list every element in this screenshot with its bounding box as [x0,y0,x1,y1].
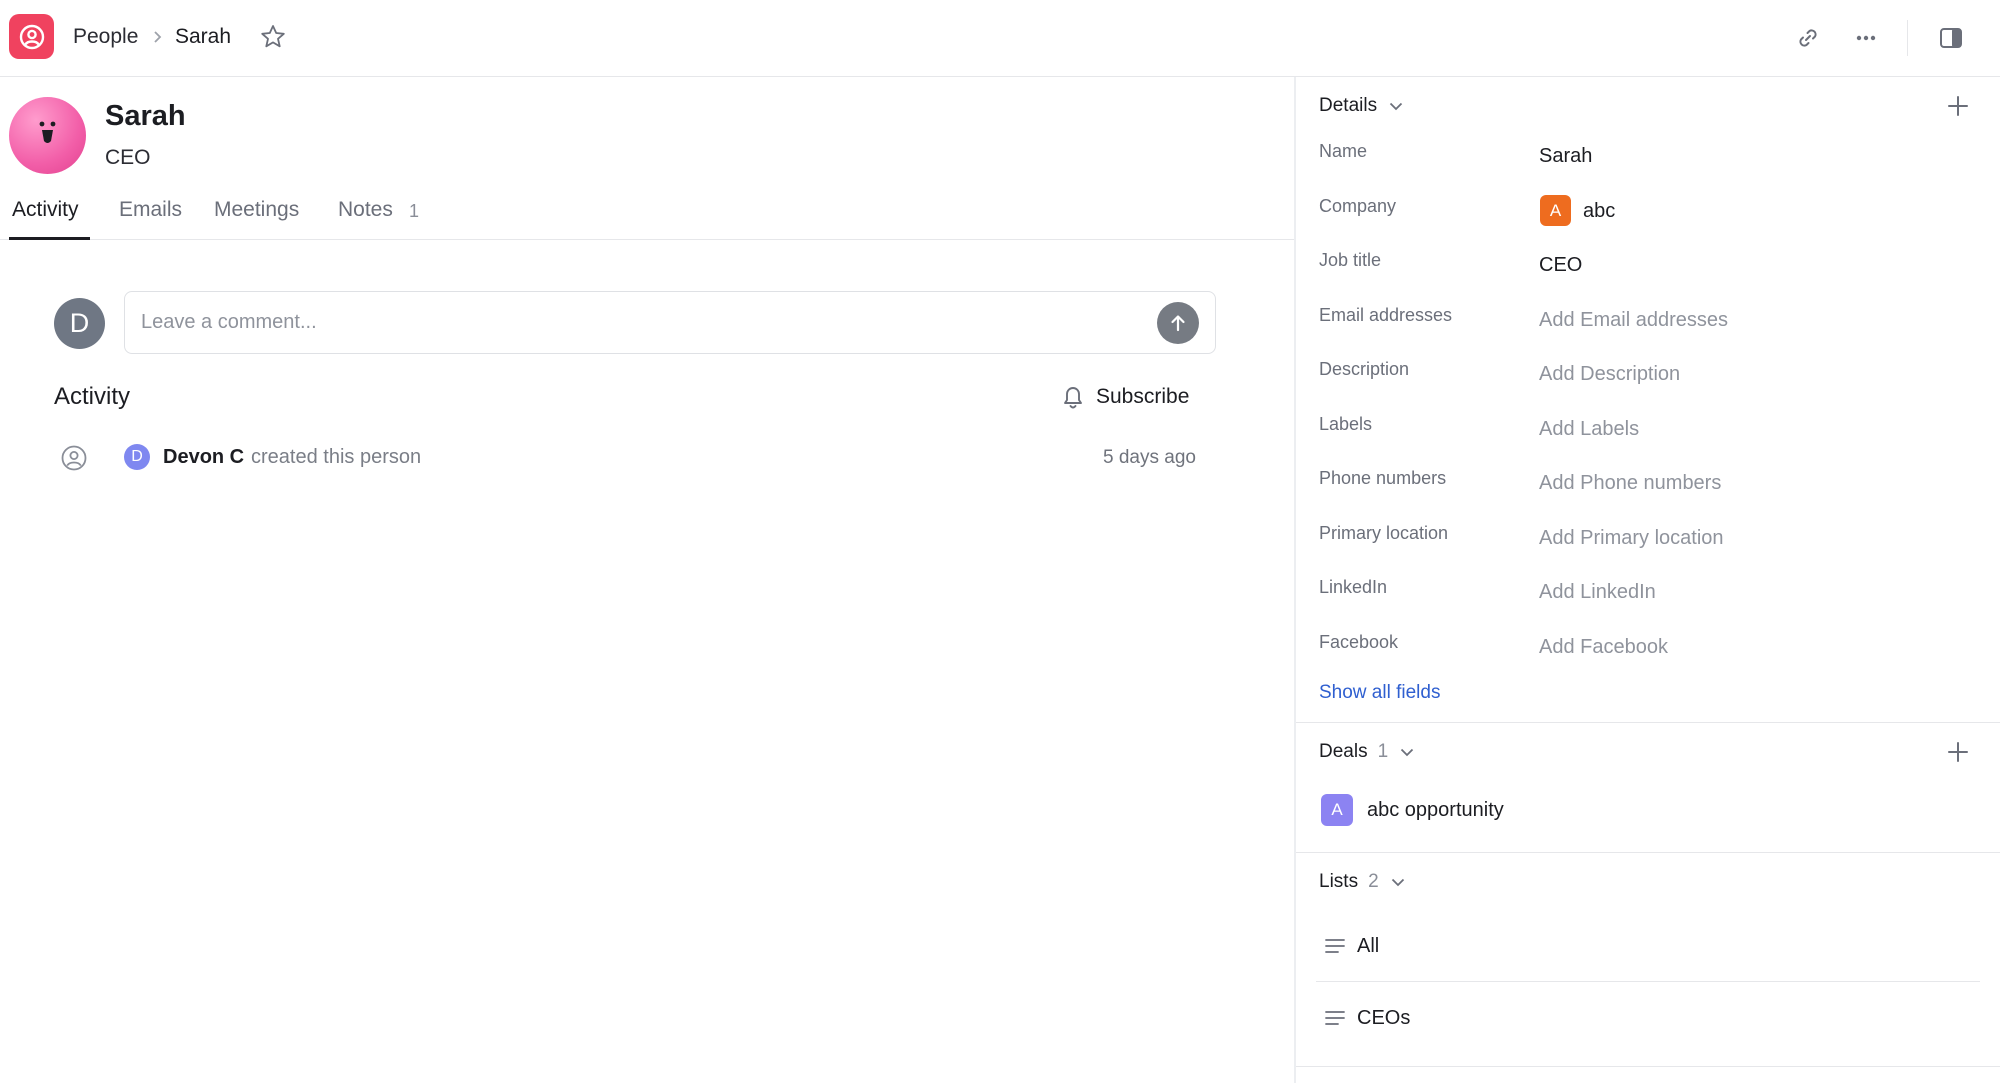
section-divider [1296,1066,2000,1067]
tab-notes-count: 1 [409,201,420,221]
activity-item: D Devon C created this person 5 days ago [0,440,1220,476]
actor-avatar: D [124,444,150,470]
breadcrumb-current: Sarah [175,25,232,48]
breadcrumb-people[interactable]: People [73,22,138,52]
deals-section-header[interactable]: Deals 1 [1319,738,1416,766]
field-value-name[interactable]: Sarah [1539,141,1592,171]
section-divider [1296,722,2000,723]
tab-activity[interactable]: Activity [12,195,79,225]
field-label-email: Email addresses [1319,305,1453,325]
lists-heading: Lists [1319,871,1359,892]
activity-action: created this person [251,446,422,468]
comment-input[interactable] [141,306,1101,338]
tab-emails[interactable]: Emails [119,195,182,225]
field-value-facebook[interactable]: Add Facebook [1539,632,1668,662]
link-icon[interactable] [1792,22,1824,54]
smiley-face-icon [39,121,56,143]
people-app-icon[interactable] [9,14,54,59]
sidebar-panel-icon[interactable] [1935,22,1967,54]
panel-divider [1294,77,1296,1083]
show-all-fields-link[interactable]: Show all fields [1319,679,1440,707]
deal-item[interactable]: abc opportunity [1367,795,1504,825]
active-tab-indicator [9,237,90,240]
field-label-company: Company [1319,196,1397,216]
deals-heading: Deals [1319,741,1368,762]
list-lines-icon [1324,935,1346,962]
star-icon[interactable] [258,22,288,57]
arrow-up-icon [1171,315,1185,332]
list-divider [1316,981,1980,982]
plus-icon [1948,742,1968,762]
add-detail-button[interactable] [1944,92,1972,120]
field-value-company[interactable]: abc [1583,196,1615,226]
send-comment-button[interactable] [1157,302,1199,344]
more-icon[interactable] [1850,22,1882,54]
tab-notes[interactable]: Notes [338,195,393,225]
company-badge: A [1540,195,1571,226]
field-value-location[interactable]: Add Primary location [1539,523,1724,553]
list-item-ceos[interactable]: CEOs [1316,993,1980,1043]
field-label-description: Description [1319,359,1410,379]
details-heading: Details [1319,95,1378,116]
chevron-right-icon [150,24,166,59]
section-divider [1296,852,2000,853]
bell-icon [1064,387,1082,409]
field-value-labels[interactable]: Add Labels [1539,414,1639,444]
person-circle-icon [19,24,44,49]
field-label-location: Primary location [1319,523,1449,543]
subscribe-label: Subscribe [1096,385,1190,408]
tab-meetings[interactable]: Meetings [214,195,299,225]
person-job-title: CEO [105,146,151,169]
deals-count: 1 [1377,741,1389,762]
field-label-job-title: Job title [1319,250,1382,270]
field-value-job-title[interactable]: CEO [1539,250,1582,280]
field-label-facebook: Facebook [1319,632,1399,652]
lists-count: 2 [1368,871,1379,892]
field-value-linkedin[interactable]: Add LinkedIn [1539,577,1656,607]
field-label-name: Name [1319,141,1368,161]
toolbar-divider [1907,20,1908,56]
chevron-down-icon [1401,748,1414,757]
person-avatar[interactable] [9,97,86,174]
lists-section-header[interactable]: Lists 2 [1319,868,1407,896]
field-label-phone: Phone numbers [1319,468,1447,488]
tab-bar: Activity Emails Meetings Notes 1 [0,190,1294,240]
actor-name[interactable]: Devon C [163,442,244,472]
top-bar: People Sarah [0,0,2000,77]
activity-heading: Activity [54,383,131,410]
list-item-all[interactable]: All [1316,921,1980,971]
field-value-phone[interactable]: Add Phone numbers [1539,468,1721,498]
field-label-linkedin: LinkedIn [1319,577,1388,597]
subscribe-button[interactable]: Subscribe [1060,381,1189,413]
person-name: Sarah [105,100,186,132]
current-user-avatar: D [54,298,105,349]
list-lines-icon [1324,1007,1346,1034]
comment-composer [124,291,1216,354]
field-value-description[interactable]: Add Description [1539,359,1680,389]
chevron-down-icon [1391,878,1404,887]
person-circle-icon [59,443,89,478]
add-deal-button[interactable] [1944,738,1972,766]
list-item-label: All [1357,935,1380,957]
field-label-labels: Labels [1319,414,1373,434]
field-value-email[interactable]: Add Email addresses [1539,305,1728,335]
plus-icon [1948,96,1968,116]
details-section-header[interactable]: Details [1319,92,1405,120]
activity-timestamp: 5 days ago [1103,447,1196,468]
deal-badge: A [1321,794,1353,826]
list-item-label: CEOs [1357,1007,1411,1029]
chevron-down-icon [1389,102,1403,111]
